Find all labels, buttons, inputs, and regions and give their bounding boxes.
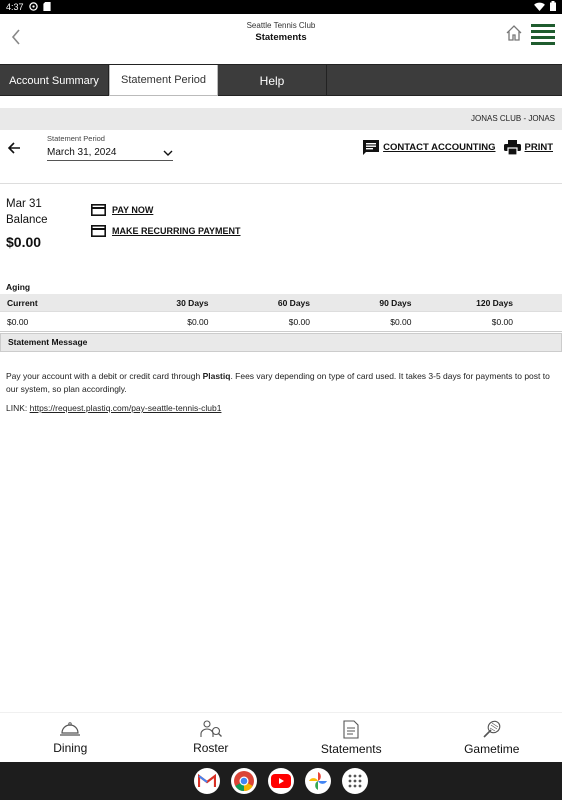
aging-col-60: 60 Days: [277, 297, 310, 308]
tab-help[interactable]: Help: [218, 65, 327, 96]
period-select[interactable]: March 31, 2024: [47, 145, 173, 161]
printer-icon: [503, 140, 521, 155]
nav-gametime[interactable]: Gametime: [422, 713, 562, 762]
aging-col-30: 30 Days: [176, 297, 209, 308]
statement-message-title: Statement Message: [0, 333, 562, 352]
balance-block: Mar 31 Balance $0.00: [6, 196, 48, 250]
message-brand: Plastiq: [202, 371, 231, 381]
club-bar: JONAS CLUB - JONAS: [0, 108, 562, 130]
status-bar: 4:37: [0, 0, 562, 14]
youtube-icon: [271, 774, 291, 788]
aging-col-current: Current: [7, 297, 38, 308]
youtube-app-icon[interactable]: [268, 768, 294, 794]
aging-title: Aging: [6, 282, 31, 292]
photos-app-icon[interactable]: [305, 768, 331, 794]
aging-value-60: $0.00: [288, 316, 310, 327]
app-grid-icon: [348, 774, 362, 788]
period-value: March 31, 2024: [47, 147, 117, 158]
pay-now-label: PAY NOW: [112, 205, 154, 215]
statement-message-link: LINK: https://request.plastiq.com/pay-se…: [6, 403, 221, 413]
app-header: Seattle Tennis Club Statements: [0, 14, 562, 64]
battery-icon: [550, 1, 556, 13]
period-back-button[interactable]: [6, 140, 22, 156]
club-name: Seattle Tennis Club: [246, 21, 316, 30]
gmail-app-icon[interactable]: [194, 768, 220, 794]
message-text-before: Pay your account with a debit or credit …: [6, 371, 203, 381]
plastiq-link[interactable]: https://request.plastiq.com/pay-seattle-…: [30, 403, 222, 413]
tab-bar: Account Summary Statement Period Help: [0, 64, 562, 96]
tab-account-summary[interactable]: Account Summary: [0, 65, 109, 96]
app-drawer-button[interactable]: [342, 768, 368, 794]
message-icon: [363, 140, 380, 155]
statement-message-text: Pay your account with a debit or credit …: [6, 370, 556, 395]
nav-statements-label: Statements: [320, 742, 382, 756]
print-button[interactable]: PRINT: [503, 140, 554, 155]
bottom-nav: Dining Roster Statements Gametime: [0, 712, 562, 762]
settings-icon: [28, 1, 38, 13]
print-label: PRINT: [524, 142, 554, 153]
recurring-payment-label: MAKE RECURRING PAYMENT: [112, 226, 241, 236]
payment-links: PAY NOW MAKE RECURRING PAYMENT: [91, 204, 241, 246]
aging-col-90: 90 Days: [379, 297, 412, 308]
wifi-icon: [534, 2, 545, 13]
aging-value-30: $0.00: [187, 316, 209, 327]
arrow-left-icon: [7, 142, 20, 154]
nav-dining-label: Dining: [53, 741, 88, 755]
nav-dining[interactable]: Dining: [0, 713, 141, 762]
system-dock: [0, 762, 562, 800]
hamburger-menu-icon: [531, 24, 555, 45]
aging-table: Current 30 Days 60 Days 90 Days 120 Days…: [0, 294, 562, 332]
tennis-racket-icon: [483, 720, 501, 738]
tab-statement-period[interactable]: Statement Period: [109, 65, 218, 96]
nav-roster[interactable]: Roster: [141, 713, 282, 762]
recurring-payment-link[interactable]: MAKE RECURRING PAYMENT: [91, 225, 241, 237]
link-prefix: LINK:: [6, 403, 30, 413]
gmail-icon: [198, 774, 216, 787]
nav-roster-label: Roster: [193, 741, 229, 755]
home-icon: [506, 25, 522, 41]
balance-label: Balance: [6, 214, 48, 226]
contact-accounting-button[interactable]: CONTACT ACCOUNTING: [363, 140, 496, 155]
aging-value-120: $0.00: [491, 316, 513, 327]
menu-button[interactable]: [531, 23, 555, 45]
statements-document-icon: [343, 720, 359, 739]
sd-card-icon: [42, 1, 51, 13]
table-row: $0.00 $0.00 $0.00 $0.00 $0.00: [0, 312, 562, 332]
chevron-down-icon: [163, 150, 173, 156]
aging-value-current: $0.00: [7, 316, 29, 327]
chrome-app-icon[interactable]: [231, 768, 257, 794]
pay-now-link[interactable]: PAY NOW: [91, 204, 241, 216]
home-button[interactable]: [504, 23, 524, 43]
aging-col-120: 120 Days: [476, 297, 513, 308]
status-time: 4:37: [6, 2, 24, 12]
credit-card-icon: [91, 225, 106, 237]
balance-date: Mar 31: [6, 198, 42, 210]
period-label: Statement Period: [47, 134, 105, 143]
photos-pinwheel-icon: [309, 772, 327, 790]
nav-gametime-label: Gametime: [464, 742, 520, 756]
dining-cloche-icon: [60, 722, 81, 736]
aging-header-row: Current 30 Days 60 Days 90 Days 120 Days: [0, 294, 562, 312]
aging-value-90: $0.00: [390, 316, 412, 327]
credit-card-icon: [91, 204, 106, 216]
balance-amount: $0.00: [6, 234, 42, 250]
page-title: Statements: [255, 32, 307, 43]
statement-period-row: Statement Period March 31, 2024 CONTACT …: [0, 130, 562, 184]
roster-people-icon: [200, 720, 222, 737]
chrome-icon: [234, 771, 254, 792]
nav-statements[interactable]: Statements: [281, 713, 422, 762]
contact-accounting-label: CONTACT ACCOUNTING: [383, 142, 496, 153]
